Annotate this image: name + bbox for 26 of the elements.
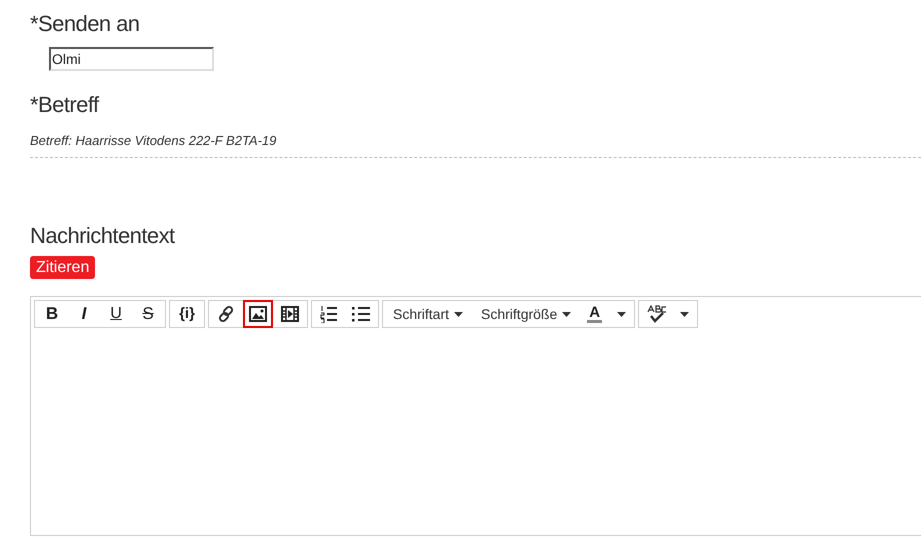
image-icon (249, 306, 267, 322)
section-label: Nachrichtentext (30, 222, 176, 250)
spellcheck-icon (647, 305, 668, 323)
bulleted-list-icon (352, 306, 370, 322)
caret-icon (617, 312, 626, 316)
italic-button[interactable]: I (69, 300, 99, 328)
underline-button[interactable]: U (101, 300, 131, 328)
bold-button[interactable]: B (37, 300, 67, 328)
text-color-button[interactable]: A (581, 300, 632, 328)
caret-icon (562, 312, 572, 316)
strike-button[interactable]: S (133, 300, 163, 328)
caret-icon (680, 312, 690, 316)
link-icon (217, 305, 235, 323)
recipient-field[interactable]: Olmi (49, 47, 214, 71)
caret-icon (454, 312, 464, 316)
code-button[interactable]: {i} (172, 300, 202, 328)
field-label: *Betreff (30, 91, 100, 119)
video-icon (281, 306, 299, 322)
dropdown-button[interactable]: Schriftart (385, 300, 472, 328)
image-button[interactable] (243, 300, 273, 328)
dropdown-button[interactable]: Schriftgröße (473, 300, 580, 328)
editor[interactable]: B I U S {i} Schriftart Schriftgröße A (30, 296, 921, 536)
numbered-list-icon (320, 305, 338, 323)
subject-text: Betreff: Haarrisse Vitodens 222-F B2TA-19 (30, 133, 276, 148)
quote-button[interactable]: Zitieren (30, 256, 96, 279)
field-label: *Senden an (30, 10, 140, 38)
